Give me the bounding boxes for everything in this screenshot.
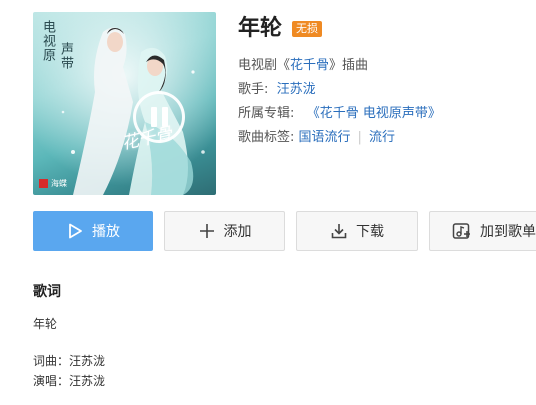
song-meta: 电视剧《花千骨》插曲 歌手: 汪苏泷 所属专辑: 《花千骨 电视原声带》 歌曲标… bbox=[238, 54, 441, 150]
album-label: 所属专辑: bbox=[238, 106, 295, 121]
source-row: 电视剧《花千骨》插曲 bbox=[238, 54, 441, 78]
singer-link[interactable]: 汪苏泷 bbox=[277, 82, 316, 97]
pause-circle-icon[interactable] bbox=[133, 91, 185, 143]
action-bar: 播放 添加 下载 加到歌单 bbox=[33, 211, 536, 251]
pause-bar-right bbox=[162, 107, 168, 127]
tag-separator: | bbox=[357, 130, 362, 145]
album-cover[interactable]: 电视原 声带 花千骨 海蝶 bbox=[33, 12, 216, 195]
album-row: 所属专辑: 《花千骨 电视原声带》 bbox=[238, 102, 441, 126]
plus-icon bbox=[199, 224, 214, 238]
tags-row: 歌曲标签: 国语流行 | 流行 bbox=[238, 126, 441, 150]
brand-name: 海蝶 bbox=[51, 179, 67, 188]
tag-link[interactable]: 流行 bbox=[369, 130, 395, 145]
singer-row: 歌手: 汪苏泷 bbox=[238, 78, 441, 102]
source-suffix: 》插曲 bbox=[329, 58, 369, 73]
tag-link[interactable]: 国语流行 bbox=[299, 130, 351, 145]
singer-label: 歌手: bbox=[238, 82, 269, 97]
cover-vertical-title-2: 声带 bbox=[58, 42, 73, 70]
play-button[interactable]: 播放 bbox=[33, 211, 153, 251]
cover-vertical-title: 电视原 bbox=[40, 20, 55, 62]
cover-brand: 海蝶 bbox=[39, 178, 67, 189]
song-title: 年轮 bbox=[238, 16, 283, 41]
pause-bar-left bbox=[151, 107, 157, 127]
playlist-add-icon bbox=[452, 223, 470, 239]
add-to-playlist-button[interactable]: 加到歌单 bbox=[429, 211, 536, 251]
add-to-playlist-label: 加到歌单 bbox=[480, 224, 536, 240]
download-icon bbox=[331, 224, 347, 239]
lyrics-credit-lyricist: 词曲：汪苏泷 bbox=[33, 354, 106, 368]
source-link[interactable]: 花千骨 bbox=[290, 58, 329, 73]
lyrics-title-line: 年轮 bbox=[33, 317, 58, 331]
play-icon bbox=[69, 223, 82, 239]
source-prefix: 电视剧《 bbox=[238, 58, 291, 73]
add-label: 添加 bbox=[223, 224, 252, 240]
lyrics-section: 歌词 年轮 词曲：汪苏泷 演唱：汪苏泷 bbox=[33, 283, 105, 391]
brand-logo-icon bbox=[39, 179, 48, 188]
play-label: 播放 bbox=[92, 224, 120, 240]
download-button[interactable]: 下载 bbox=[296, 211, 418, 251]
album-link[interactable]: 《花千骨 电视原声带》 bbox=[307, 106, 441, 121]
title-row: 年轮 无损 bbox=[238, 14, 441, 44]
song-info: 年轮 无损 电视剧《花千骨》插曲 歌手: 汪苏泷 所属专辑: 《花千骨 电视原声… bbox=[238, 14, 441, 150]
lyrics-heading: 歌词 bbox=[33, 284, 61, 300]
add-button[interactable]: 添加 bbox=[164, 211, 285, 251]
download-label: 下载 bbox=[356, 224, 384, 240]
lossless-badge: 无损 bbox=[292, 21, 323, 37]
lyrics-credit-singer: 演唱：汪苏泷 bbox=[33, 374, 106, 388]
cover-artwork bbox=[33, 12, 216, 195]
tags-label: 歌曲标签: bbox=[238, 130, 295, 145]
